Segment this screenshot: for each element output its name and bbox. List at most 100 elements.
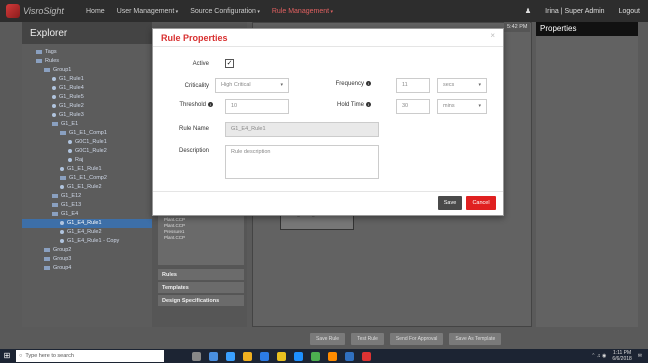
accordion-header[interactable]: Templates [158,281,244,293]
properties-title: Properties [536,22,638,36]
description-textarea[interactable]: Rule description [225,145,379,179]
canvas-action-button[interactable]: Save Rule [310,333,346,345]
clock[interactable]: 1:11 PM 6/6/2018 [612,350,631,362]
rule-icon [60,238,64,243]
active-label: Active [192,61,209,67]
frequency-input[interactable]: 11 [396,78,430,93]
tree-item-label: G1_Rule2 [59,103,84,109]
windows-start-icon[interactable]: ⊞ [0,349,14,363]
taskbar-app-icon[interactable] [294,351,303,361]
nav-item[interactable]: Home [86,8,105,15]
tray-icons[interactable]: ⌃ ♫ ◉ [591,353,606,359]
notification-icon[interactable]: ✉ [638,353,642,359]
tree-item[interactable]: G0C1_Rule2 [22,147,152,156]
tree-item[interactable]: G1_E1 [22,120,152,129]
tree-item[interactable]: Raj [22,156,152,165]
tree-item[interactable]: Group1 [22,66,152,75]
taskbar-app-icon[interactable] [243,351,252,361]
tree-item-label: G1_E1 [61,121,79,127]
rule-name-label: Rule Name [178,126,209,132]
taskbar-app-icon[interactable] [226,351,235,361]
tree-item[interactable]: G1_E4 [22,210,152,219]
tree-item[interactable]: G1_E4_Rule1 [22,219,152,228]
tree-item-label: Group1 [53,67,72,73]
tree-item[interactable]: G1_E12 [22,192,152,201]
taskbar-app-icon[interactable] [311,351,320,361]
taskbar-app-icon[interactable] [192,351,201,361]
rule-icon [52,94,56,99]
tree-item[interactable]: G1_E1_Rule2 [22,183,152,192]
explorer-tree: Tags Rules Group1 G1_Rule1 G1_Rule4 G1_Rule5 G… [22,44,152,327]
taskbar-app-icon[interactable] [328,351,337,361]
tree-item[interactable]: G1_Rule1 [22,75,152,84]
app-logo[interactable]: VisroSight [6,4,86,18]
hold-time-input[interactable]: 30 [396,99,430,114]
save-button[interactable]: Save [438,196,462,210]
divider [153,191,503,192]
hold-time-label-text: Hold Time [336,102,364,109]
canvas-action-button[interactable]: Send For Approval [389,333,444,345]
taskbar-app-icon[interactable] [260,351,269,361]
active-checkbox[interactable]: ✓ [225,59,234,68]
tree-item[interactable]: G1_E4_Rule1 - Copy [22,237,152,246]
canvas-timestamp: 5:42 PM [504,22,531,32]
taskbar-app-icon[interactable] [209,351,218,361]
tree-item-label: G1_E1_Comp2 [69,175,107,181]
tree-item-label: Raj [75,157,84,163]
info-icon[interactable]: i [366,81,371,86]
tree-item-label: G1_E4 [61,211,79,217]
accordion-header[interactable]: Rules [158,268,244,280]
taskbar-app-icon[interactable] [345,351,354,361]
tag-list-item[interactable]: Plant.CCP [164,235,238,241]
taskbar-search[interactable]: ○ Type here to search [16,350,164,362]
logout-link[interactable]: Logout [619,8,640,15]
tree-item[interactable]: G1_E1_Comp2 [22,174,152,183]
rule-icon [68,148,72,153]
tree-item[interactable]: G1_E4_Rule2 [22,228,152,237]
tree-item[interactable]: G1_E1_Rule1 [22,165,152,174]
close-icon[interactable]: × [490,31,495,40]
description-label: Description [178,148,209,154]
tag-list: Plant.CCP Plant.CCP Pressure1 Plant.CCP [158,215,244,265]
tree-item-label: G1_Rule3 [59,112,84,118]
hold-time-unit-select[interactable]: mins ▾ [437,99,487,114]
info-icon[interactable]: i [208,102,213,107]
canvas-action-button[interactable]: Test Rule [351,333,384,345]
info-icon[interactable]: i [366,102,371,107]
tree-item[interactable]: G1_E13 [22,201,152,210]
tree-item[interactable]: Group2 [22,246,152,255]
search-icon: ○ [19,353,23,359]
taskbar-app-icon[interactable] [362,351,371,361]
tree-item[interactable]: G1_Rule2 [22,102,152,111]
nav-item[interactable]: Source Configuration ▾ [190,8,260,15]
tree-item-label: Rules [45,58,60,64]
tree-item-label: G1_Rule4 [59,85,84,91]
system-tray: ⌃ ♫ ◉ 1:11 PM 6/6/2018 ✉ [591,350,642,362]
tree-item[interactable]: G1_Rule3 [22,111,152,120]
tree-item[interactable]: G0C1_Rule1 [22,138,152,147]
tree-item[interactable]: G1_Rule5 [22,93,152,102]
criticality-select[interactable]: High Critical ▾ [215,78,289,93]
chevron-down-icon: ▾ [478,103,481,109]
canvas-action-button[interactable]: Save As Template [449,333,502,345]
nav-item[interactable]: Rule Management ▾ [272,8,333,15]
tree-item[interactable]: Tags [22,48,152,57]
frequency-unit-select[interactable]: secs ▾ [437,78,487,93]
accordion-header[interactable]: Design Specifications [158,294,244,306]
hold-time-unit-value: mins [443,103,455,109]
nav-item[interactable]: User Management ▾ [117,8,179,15]
tree-item[interactable]: Group3 [22,255,152,264]
folder-icon [52,193,58,198]
tree-item[interactable]: G1_Rule4 [22,84,152,93]
cancel-button[interactable]: Cancel [466,196,496,210]
folder-icon [52,202,58,207]
threshold-input[interactable]: 10 [225,99,289,114]
taskbar-app-icon[interactable] [277,351,286,361]
tree-item[interactable]: G1_E1_Comp1 [22,129,152,138]
chevron-down-icon: ▾ [255,8,260,15]
user-info[interactable]: Irina | Super Admin [545,8,604,15]
frequency-label-text: Frequency [335,81,364,88]
tree-item[interactable]: Rules [22,57,152,66]
tree-item[interactable]: Group4 [22,264,152,273]
frequency-unit-value: secs [443,82,455,88]
